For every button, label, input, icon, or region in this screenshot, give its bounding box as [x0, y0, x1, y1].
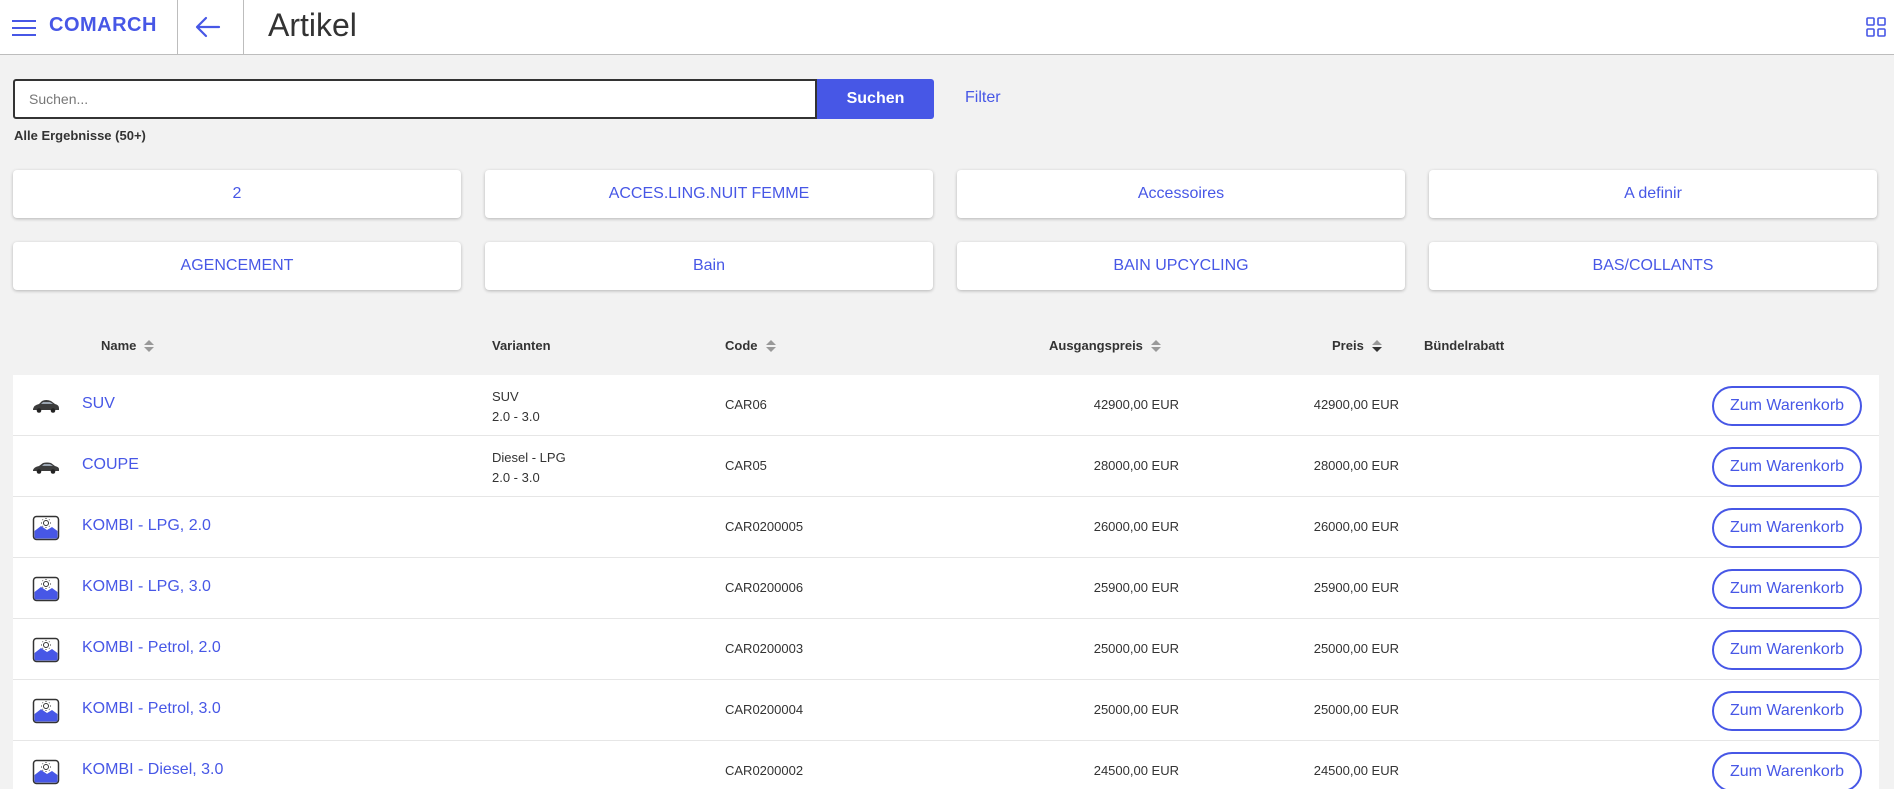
image-placeholder-icon	[32, 637, 60, 663]
base-price: 25000,00 EUR	[1093, 702, 1179, 717]
image-placeholder-icon	[32, 576, 60, 602]
sort-icon[interactable]	[765, 339, 776, 353]
add-to-cart-button[interactable]: Zum Warenkorb	[1712, 691, 1862, 731]
column-header-label: Varianten	[492, 338, 551, 353]
app-header: COMARCH Artikel	[0, 0, 1894, 55]
variant-line: Diesel - LPG	[492, 450, 566, 465]
table-row: KOMBI - LPG, 2.0 CAR0200005 26000,00 EUR…	[13, 497, 1879, 558]
comarch-logo[interactable]: COMARCH	[49, 14, 157, 37]
category-tile[interactable]: Accessoires	[957, 170, 1405, 218]
product-code: CAR0200002	[725, 763, 804, 778]
sort-icon[interactable]	[1150, 339, 1161, 353]
product-variants: SUV 2.0 - 3.0	[492, 387, 540, 427]
column-header-base-price[interactable]: Ausgangspreis	[1049, 338, 1161, 353]
product-name-link[interactable]: KOMBI - Petrol, 2.0	[82, 639, 221, 657]
product-name-link[interactable]: SUV	[82, 395, 115, 413]
sort-icon[interactable]	[144, 339, 155, 353]
column-header-variants: Varianten	[492, 338, 551, 353]
product-code: CAR0200005	[725, 519, 804, 534]
base-price: 26000,00 EUR	[1093, 519, 1179, 534]
filter-link[interactable]: Filter	[965, 89, 1001, 107]
category-tile[interactable]: ACCES.LING.NUIT FEMME	[485, 170, 933, 218]
base-price: 24500,00 EUR	[1093, 763, 1179, 778]
column-header-bundle-discount: Bündelrabatt	[1424, 338, 1504, 353]
product-variants: Diesel - LPG 2.0 - 3.0	[492, 448, 566, 488]
table-row: COUPE Diesel - LPG 2.0 - 3.0 CAR05 28000…	[13, 436, 1879, 497]
variant-line: 2.0 - 3.0	[492, 470, 540, 485]
product-table: SUV SUV 2.0 - 3.0 CAR06 42900,00 EUR 429…	[13, 375, 1879, 789]
category-tile[interactable]: Bain	[485, 242, 933, 290]
category-tile[interactable]: AGENCEMENT	[13, 242, 461, 290]
hamburger-menu-icon[interactable]	[12, 18, 38, 38]
product-name-link[interactable]: KOMBI - Petrol, 3.0	[82, 700, 221, 718]
add-to-cart-button[interactable]: Zum Warenkorb	[1712, 752, 1862, 789]
table-row: KOMBI - Petrol, 2.0 CAR0200003 25000,00 …	[13, 619, 1879, 680]
base-price: 42900,00 EUR	[1093, 397, 1179, 412]
column-header-label: Code	[725, 338, 758, 353]
column-header-label: Bündelrabatt	[1424, 338, 1505, 353]
car-icon	[32, 454, 60, 480]
add-to-cart-button[interactable]: Zum Warenkorb	[1712, 569, 1862, 609]
sort-icon[interactable]	[1371, 339, 1382, 353]
product-code: CAR0200006	[725, 580, 804, 595]
header-divider	[177, 0, 178, 54]
price: 24500,00 EUR	[1313, 763, 1399, 778]
product-code: CAR0200003	[725, 641, 804, 656]
table-row: SUV SUV 2.0 - 3.0 CAR06 42900,00 EUR 429…	[13, 375, 1879, 436]
price: 25900,00 EUR	[1313, 580, 1399, 595]
search-button[interactable]: Suchen	[817, 79, 934, 119]
car-icon	[32, 393, 60, 419]
add-to-cart-button[interactable]: Zum Warenkorb	[1712, 630, 1862, 670]
column-header-label: Name	[101, 338, 137, 353]
column-header-label: Preis	[1332, 338, 1364, 353]
category-tile[interactable]: BAIN UPCYCLING	[957, 242, 1405, 290]
price: 25000,00 EUR	[1313, 641, 1399, 656]
grid-apps-icon[interactable]	[1866, 17, 1886, 37]
base-price: 25900,00 EUR	[1093, 580, 1179, 595]
category-tile[interactable]: A definir	[1429, 170, 1877, 218]
product-code: CAR06	[725, 397, 767, 412]
variant-line: SUV	[492, 389, 519, 404]
product-name-link[interactable]: KOMBI - LPG, 3.0	[82, 578, 211, 596]
product-name-link[interactable]: COUPE	[82, 456, 139, 474]
results-count: Alle Ergebnisse (50+)	[14, 128, 146, 143]
category-tile[interactable]: BAS/COLLANTS	[1429, 242, 1877, 290]
base-price: 28000,00 EUR	[1093, 458, 1179, 473]
table-row: KOMBI - Petrol, 3.0 CAR0200004 25000,00 …	[13, 680, 1879, 741]
product-name-link[interactable]: KOMBI - Diesel, 3.0	[82, 761, 223, 779]
price: 28000,00 EUR	[1313, 458, 1399, 473]
product-code: CAR05	[725, 458, 767, 473]
product-code: CAR0200004	[725, 702, 804, 717]
price: 42900,00 EUR	[1313, 397, 1399, 412]
header-divider	[243, 0, 244, 54]
image-placeholder-icon	[32, 698, 60, 724]
variant-line: 2.0 - 3.0	[492, 409, 540, 424]
back-arrow-icon[interactable]	[193, 13, 223, 41]
column-header-price[interactable]: Preis	[1332, 338, 1382, 353]
column-header-code[interactable]: Code	[725, 338, 776, 353]
column-header-label: Ausgangspreis	[1049, 338, 1143, 353]
base-price: 25000,00 EUR	[1093, 641, 1179, 656]
category-tile[interactable]: 2	[13, 170, 461, 218]
table-row: KOMBI - LPG, 3.0 CAR0200006 25900,00 EUR…	[13, 558, 1879, 619]
product-name-link[interactable]: KOMBI - LPG, 2.0	[82, 517, 211, 535]
add-to-cart-button[interactable]: Zum Warenkorb	[1712, 386, 1862, 426]
image-placeholder-icon	[32, 759, 60, 785]
add-to-cart-button[interactable]: Zum Warenkorb	[1712, 447, 1862, 487]
image-placeholder-icon	[32, 515, 60, 541]
search-input[interactable]	[13, 79, 817, 119]
add-to-cart-button[interactable]: Zum Warenkorb	[1712, 508, 1862, 548]
column-header-name[interactable]: Name	[101, 338, 155, 353]
price: 25000,00 EUR	[1313, 702, 1399, 717]
page-title: Artikel	[268, 7, 357, 43]
price: 26000,00 EUR	[1313, 519, 1399, 534]
table-row: KOMBI - Diesel, 3.0 CAR0200002 24500,00 …	[13, 741, 1879, 789]
